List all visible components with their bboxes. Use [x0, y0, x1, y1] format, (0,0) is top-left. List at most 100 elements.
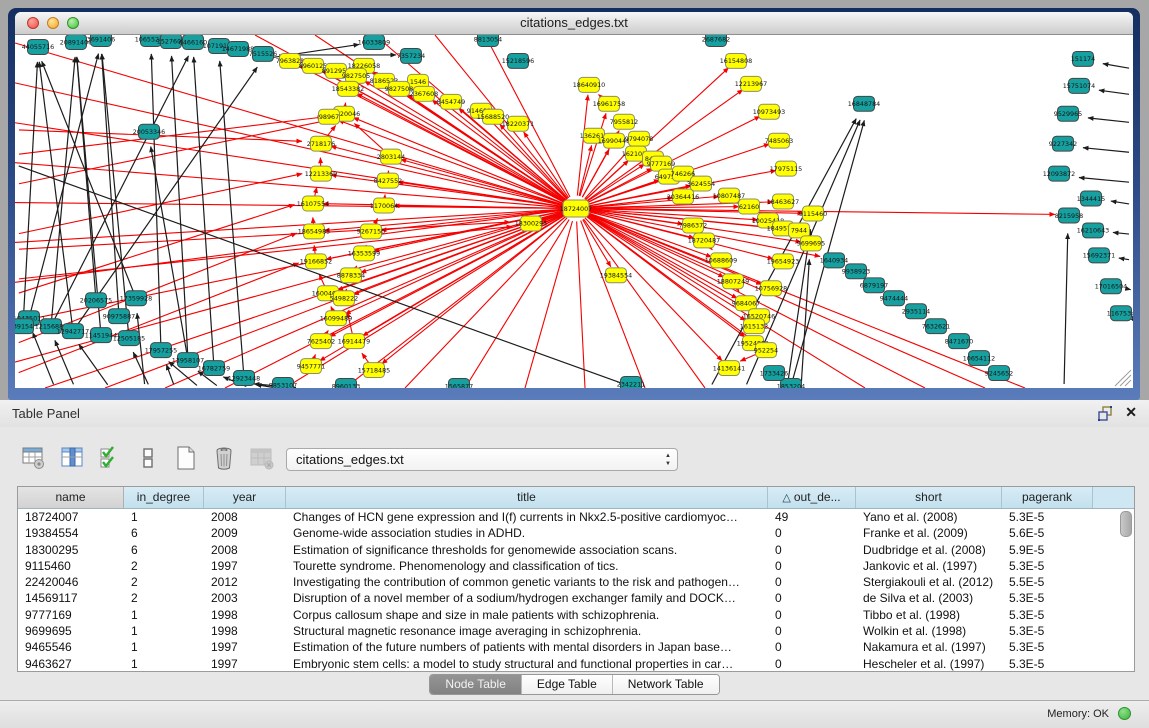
graph-node[interactable]: 7357234	[397, 48, 425, 63]
graph-node[interactable]: 9529965	[1054, 106, 1082, 121]
column-header-pagerank[interactable]: pagerank	[1002, 487, 1093, 508]
table-row[interactable]: 977716911998Corpus callosum shape and si…	[18, 607, 1134, 623]
table-select-dropdown[interactable]: citations_edges.txt ▲▼	[286, 448, 678, 471]
graph-node[interactable]: 15692371	[1083, 248, 1115, 263]
delete-icon[interactable]	[210, 445, 237, 472]
table-row[interactable]: 946554611997Estimation of the future num…	[18, 639, 1134, 655]
graph-node[interactable]: 62160	[739, 199, 760, 214]
graph-node[interactable]: 8427552	[374, 173, 402, 188]
graph-node[interactable]: 2803144	[377, 149, 405, 164]
column-header-in_degree[interactable]: in_degree	[124, 487, 204, 508]
graph-node[interactable]: 9227342	[1049, 136, 1077, 151]
graph-node[interactable]: 16107554	[297, 196, 329, 211]
resize-grip-icon[interactable]	[1120, 375, 1131, 386]
graph-node[interactable]: 8471670	[945, 334, 973, 349]
graph-node[interactable]: 39154	[15, 319, 34, 334]
graph-node[interactable]: 12213369	[305, 166, 337, 181]
graph-node[interactable]: 7986372	[679, 218, 707, 233]
graph-node[interactable]: 952254	[754, 343, 778, 358]
graph-node[interactable]: 8454749	[437, 94, 465, 109]
table-row[interactable]: 1938455462009Genome-wide association stu…	[18, 525, 1134, 541]
table-row[interactable]: 946362711997Embryonic stem cells: a mode…	[18, 656, 1134, 672]
table-options-icon[interactable]	[20, 445, 47, 472]
column-header-short[interactable]: short	[856, 487, 1002, 508]
graph-node[interactable]: 1170064	[370, 198, 398, 213]
graph-node[interactable]: 2367608	[410, 86, 438, 101]
graph-node[interactable]: 10654112	[963, 351, 995, 366]
graph-node[interactable]: 17975115	[770, 161, 802, 176]
graph-node[interactable]: 2342211	[617, 377, 645, 388]
graph-node[interactable]: 18720487	[688, 233, 720, 248]
graph-node[interactable]: 9853107	[269, 378, 297, 388]
graph-node[interactable]: 44055716	[22, 39, 54, 54]
graph-node[interactable]: 16033809	[358, 35, 390, 49]
graph-node[interactable]: 1615132	[740, 319, 768, 334]
window-titlebar[interactable]: citations_edges.txt	[15, 12, 1133, 35]
graph-node[interactable]: 2935114	[902, 304, 930, 319]
graph-node[interactable]: 7515526	[249, 46, 277, 61]
graph-node[interactable]: 16210643	[1077, 223, 1109, 238]
graph-node[interactable]: 7955812	[610, 114, 638, 129]
graph-node[interactable]: 12093872	[1043, 166, 1075, 181]
column-header-year[interactable]: year	[204, 487, 286, 508]
graph-node[interactable]: 9794078	[625, 131, 653, 146]
graph-node[interactable]: 20206575	[80, 293, 112, 308]
float-panel-icon[interactable]	[1098, 406, 1113, 421]
graph-node[interactable]: 1167534	[1107, 306, 1133, 321]
tab-node-table[interactable]: Node Table	[430, 675, 522, 694]
graph-node[interactable]: 8813054	[474, 35, 502, 46]
graph-node[interactable]: 2687682	[702, 35, 730, 46]
graph-node[interactable]: 5498222	[330, 291, 358, 306]
graph-node[interactable]: 151174	[1071, 51, 1095, 66]
graph-node[interactable]: 16154808	[720, 53, 752, 68]
column-header-out_de[interactable]: △out_de...	[768, 487, 856, 508]
graph-node[interactable]: 19166852	[300, 254, 332, 269]
graph-node[interactable]: 7632621	[922, 319, 950, 334]
graph-node[interactable]: 98967	[319, 109, 340, 124]
resize-grip-icon[interactable]	[1125, 380, 1131, 386]
graph-node[interactable]: 9457771	[297, 359, 325, 374]
network-canvas[interactable]: 1872400744055716208914063691406106552871…	[15, 35, 1133, 388]
graph-node[interactable]: 16353599	[348, 246, 380, 261]
graph-node[interactable]: 19654923	[767, 254, 799, 269]
graph-node[interactable]: 16914479	[338, 334, 370, 349]
graph-node[interactable]: 7625402	[307, 334, 335, 349]
table-row[interactable]: 1456911722003Disruption of a novel membe…	[18, 590, 1134, 606]
graph-node[interactable]: 10688609	[705, 253, 737, 268]
graph-node[interactable]: 16961758	[593, 96, 625, 111]
tab-network-table[interactable]: Network Table	[613, 675, 719, 694]
clear-selection-icon[interactable]	[134, 445, 161, 472]
graph-node[interactable]: 9115460	[799, 206, 827, 221]
graph-node[interactable]: 1565877	[445, 379, 473, 388]
table-scrollbar[interactable]	[1120, 511, 1132, 537]
graph-node[interactable]: 18640910	[573, 77, 605, 92]
graph-node[interactable]: 7485063	[765, 133, 793, 148]
graph-node[interactable]: 9245652	[985, 366, 1013, 381]
graph-node[interactable]: 18463627	[767, 194, 799, 209]
graph-node[interactable]: 9699695	[797, 236, 825, 251]
tab-edge-table[interactable]: Edge Table	[522, 675, 613, 694]
select-all-icon[interactable]	[96, 445, 123, 472]
graph-node[interactable]: 9474444	[880, 291, 908, 306]
graph-node[interactable]: 9267150	[357, 224, 385, 239]
graph-node[interactable]: 15751074	[1063, 78, 1095, 93]
column-header-title[interactable]: title	[286, 487, 768, 508]
graph-node[interactable]: 3624554	[687, 176, 715, 191]
graph-node[interactable]: 12213967	[735, 76, 767, 91]
graph-node[interactable]: 18654985	[298, 224, 330, 239]
graph-node[interactable]: 1640934	[820, 253, 848, 268]
graph-node[interactable]: 8878334	[337, 268, 365, 283]
graph-node[interactable]: 2718176	[307, 136, 335, 151]
graph-node[interactable]: 15218596	[502, 53, 534, 68]
graph-node[interactable]: 17016504	[1095, 279, 1127, 294]
table-row[interactable]: 969969511998Structural magnetic resonanc…	[18, 623, 1134, 639]
graph-node[interactable]: 90975887	[103, 309, 135, 324]
column-header-name[interactable]: name	[18, 487, 124, 508]
new-column-icon[interactable]	[172, 445, 199, 472]
table-row[interactable]: 1830029562008Estimation of significance …	[18, 542, 1134, 558]
graph-node[interactable]: 15718485	[358, 363, 390, 378]
graph-node[interactable]: 1344415	[1077, 191, 1105, 206]
table-row[interactable]: 2242004622012Investigating the contribut…	[18, 574, 1134, 590]
graph-node[interactable]: 9938923	[842, 264, 870, 279]
graph-node[interactable]: 18724007	[560, 200, 592, 217]
